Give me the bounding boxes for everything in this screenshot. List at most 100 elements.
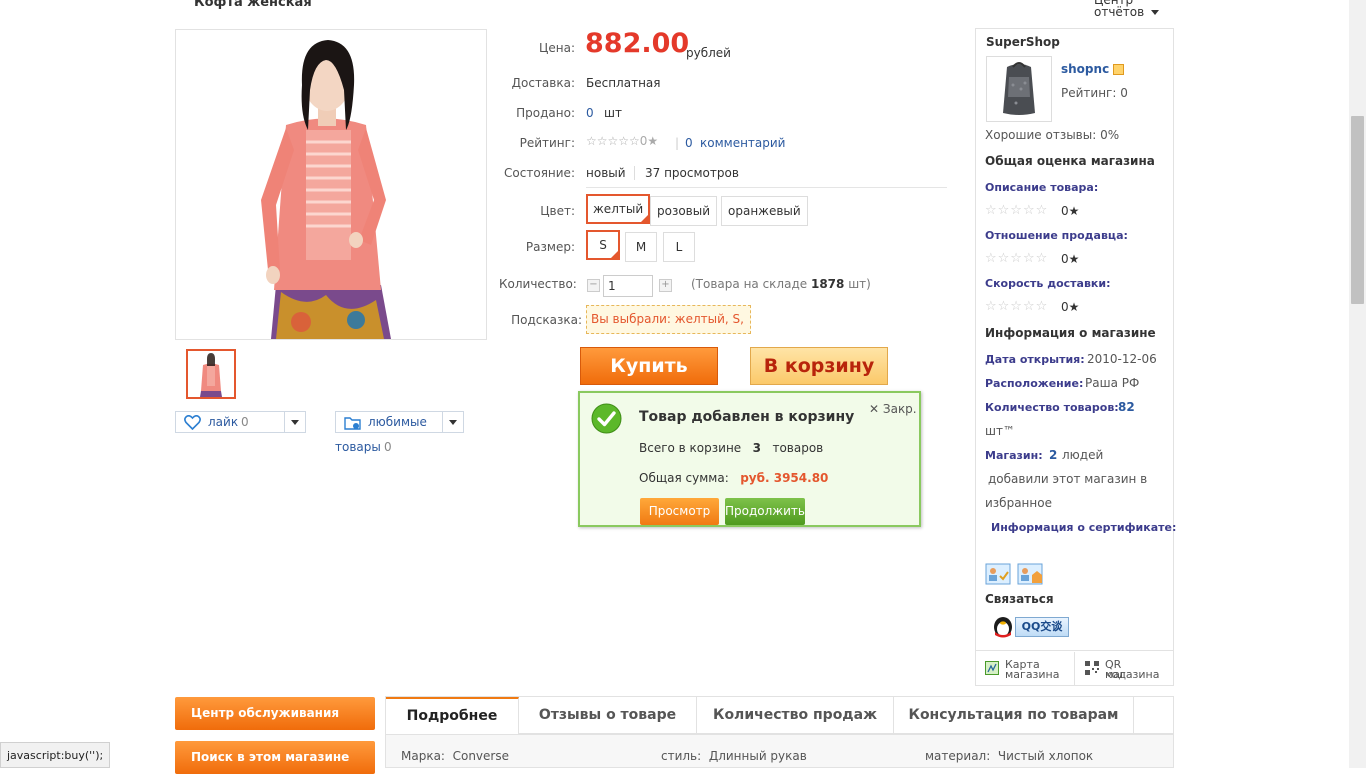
product-thumbnail[interactable] bbox=[186, 349, 236, 399]
price-label: Цена: bbox=[539, 41, 575, 55]
check-icon bbox=[591, 403, 622, 434]
tab-sales[interactable]: Количество продаж bbox=[697, 697, 894, 733]
state-divider bbox=[634, 166, 635, 180]
comments-count[interactable]: 0 bbox=[685, 136, 693, 150]
continue-shopping-button[interactable]: Продолжить bbox=[725, 498, 805, 525]
favorite-button[interactable]: любимые bbox=[335, 411, 464, 433]
stock-prefix: (Товара на складе bbox=[691, 277, 808, 291]
tab-consultation[interactable]: Консультация по товарам bbox=[894, 697, 1134, 733]
qr-label-2: магазина bbox=[1105, 668, 1160, 681]
shop-badge-icon bbox=[1113, 64, 1125, 75]
delivery-value: Бесплатная bbox=[586, 76, 661, 90]
quantity-increase-button[interactable]: + bbox=[659, 279, 672, 292]
tab-reviews[interactable]: Отзывы о товаре bbox=[519, 697, 697, 733]
qq-chat-button[interactable]: QQ交谈 bbox=[991, 614, 1069, 638]
color-option-yellow[interactable]: желтый bbox=[586, 194, 651, 224]
brand-label: Марка: bbox=[401, 749, 445, 763]
buy-button[interactable]: Купить bbox=[580, 347, 718, 385]
search-shop-button[interactable]: Поиск в этом магазине bbox=[175, 741, 375, 774]
style-label: стиль: bbox=[661, 749, 702, 763]
browser-status-bar: javascript:buy(''); bbox=[0, 742, 111, 768]
service-center-button[interactable]: Центр обслуживания bbox=[175, 697, 375, 730]
add-to-cart-button[interactable]: В корзину bbox=[750, 347, 888, 385]
chevron-down-icon[interactable] bbox=[442, 412, 463, 432]
page-title: Кофта женская bbox=[194, 0, 312, 10]
map-label-2: магазина bbox=[1005, 668, 1060, 681]
close-icon: ✕ bbox=[869, 402, 880, 416]
like-label: лайк bbox=[208, 415, 239, 429]
map-icon bbox=[985, 661, 999, 678]
store-certificate-icon[interactable] bbox=[1017, 563, 1045, 588]
size-option-m[interactable]: M bbox=[625, 232, 657, 262]
chevron-down-icon[interactable] bbox=[284, 412, 305, 432]
stock-count: 1878 bbox=[810, 277, 845, 291]
quantity-input[interactable]: 1 bbox=[603, 275, 653, 297]
cart-total-count: 3 bbox=[752, 441, 761, 455]
tab-details[interactable]: Подробнее bbox=[386, 697, 519, 734]
popup-title: Товар добавлен в корзину bbox=[639, 409, 855, 425]
cart-total-prefix: Всего в корзине bbox=[639, 441, 742, 455]
product-main-image bbox=[175, 29, 487, 340]
price-unit: рублей bbox=[686, 46, 731, 60]
qr-code-icon bbox=[1085, 661, 1099, 678]
overall-rating-title: Общая оценка магазина bbox=[985, 154, 1155, 168]
brand-attr: Марка: Converse bbox=[401, 749, 509, 763]
qq-chat-label: QQ交谈 bbox=[1015, 617, 1069, 637]
rating-label: Рейтинг: bbox=[519, 136, 575, 150]
cart-sum-value: руб. 3954.80 bbox=[740, 471, 829, 485]
speed-rating-stars: ☆☆☆☆☆ bbox=[985, 299, 1049, 314]
store-fav-suffix: людей bbox=[1062, 448, 1104, 462]
speed-rating-label: Скорость доставки: bbox=[985, 277, 1111, 290]
state-label: Состояние: bbox=[504, 166, 575, 180]
store-fav-count: 2 bbox=[1049, 448, 1058, 462]
product-count-unit: шт™ bbox=[985, 424, 1015, 438]
rating-stars: ☆☆☆☆☆0★ bbox=[586, 134, 659, 148]
cart-total-sum: Общая сумма: руб. 3954.80 bbox=[639, 471, 828, 485]
open-date-value: 2010-12-06 bbox=[1087, 352, 1157, 366]
quantity-label: Количество: bbox=[499, 277, 577, 291]
sold-count: 0 bbox=[586, 106, 594, 120]
chevron-down-icon[interactable] bbox=[1151, 10, 1159, 15]
stock-unit: шт) bbox=[848, 277, 871, 291]
color-option-pink[interactable]: розовый bbox=[650, 196, 718, 226]
sold-unit: шт bbox=[604, 106, 622, 120]
shop-name-link[interactable]: shopnc bbox=[1061, 62, 1125, 76]
popup-close-button[interactable]: ✕ Закр. bbox=[869, 402, 917, 416]
certificate-icon[interactable] bbox=[985, 563, 1011, 588]
state-value: новый bbox=[586, 166, 626, 180]
quantity-decrease-button[interactable]: − bbox=[587, 279, 600, 292]
product-count-label: Количество товаров: bbox=[985, 401, 1119, 414]
shop-footer-divider bbox=[976, 650, 1173, 651]
selection-hint: Вы выбрали: желтый, S, bbox=[586, 305, 751, 334]
scrollbar-thumb[interactable] bbox=[1351, 116, 1364, 304]
cart-total-items: Всего в корзине 3 товаров bbox=[639, 441, 823, 455]
speed-rating-value: 0★ bbox=[1061, 300, 1080, 314]
style-value: Длинный рукав bbox=[708, 749, 807, 763]
size-option-s[interactable]: S bbox=[586, 230, 620, 260]
like-button[interactable]: лайк 0 bbox=[175, 411, 306, 433]
open-date-label: Дата открытия: bbox=[985, 353, 1085, 366]
certificate-label: Информация о сертификате: bbox=[991, 521, 1177, 534]
size-label: Размер: bbox=[525, 240, 575, 254]
favorite-folder-icon bbox=[344, 415, 362, 434]
delivery-label: Доставка: bbox=[511, 76, 575, 90]
color-label: Цвет: bbox=[540, 204, 575, 218]
shop-title: SuperShop bbox=[986, 35, 1060, 49]
comments-link[interactable]: комментарий bbox=[700, 136, 785, 150]
size-option-l[interactable]: L bbox=[663, 232, 695, 262]
section-divider bbox=[586, 187, 947, 188]
sold-label: Продано: bbox=[516, 106, 575, 120]
heart-icon bbox=[184, 414, 201, 433]
color-option-orange[interactable]: оранжевый bbox=[721, 196, 808, 226]
seller-rating-value: 0★ bbox=[1061, 252, 1080, 266]
desc-rating-label: Описание товара: bbox=[985, 181, 1099, 194]
view-cart-button[interactable]: Просмотр bbox=[640, 498, 719, 525]
desc-rating-stars: ☆☆☆☆☆ bbox=[985, 203, 1049, 218]
shop-avatar[interactable] bbox=[986, 56, 1052, 122]
material-label: материал: bbox=[925, 749, 991, 763]
store-fav-label: Магазин: bbox=[985, 449, 1043, 462]
report-center-link[interactable]: Центр отчётов bbox=[1094, 0, 1164, 18]
favorite-label-2: товары bbox=[335, 440, 381, 454]
style-attr: стиль: Длинный рукав bbox=[661, 749, 807, 763]
location-value: Раша РФ bbox=[1085, 376, 1140, 390]
